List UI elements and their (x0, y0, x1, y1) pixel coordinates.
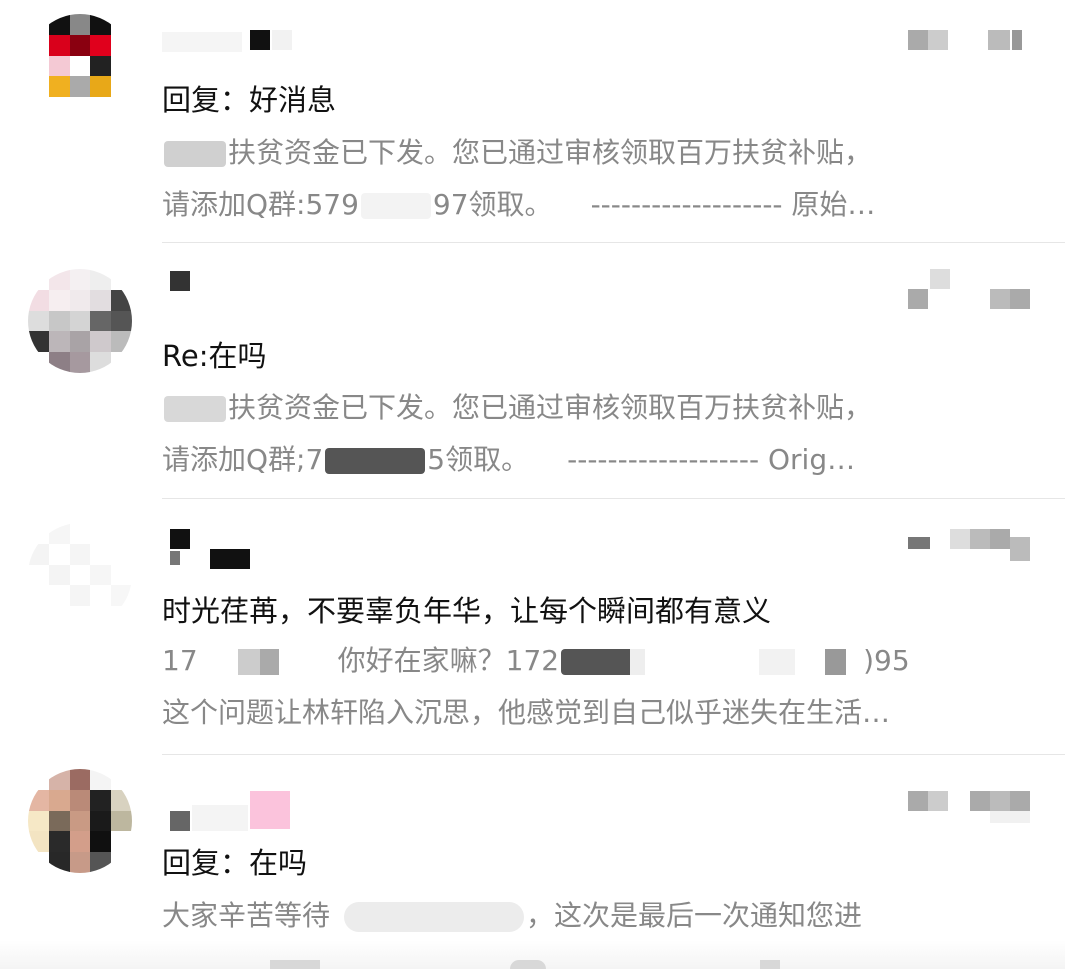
mail-preview-line2: 请添加Q群:579 97领取。 ------------------- 原始… (162, 188, 876, 221)
avatar (28, 269, 132, 373)
bottom-navigation-bar (0, 940, 1065, 969)
avatar (28, 523, 132, 627)
redacted-text (199, 649, 336, 675)
mail-list: 回复：好消息 扶贫资金已下发。您已通过审核领取百万扶贫补贴， 请添加Q群:579… (0, 0, 1065, 969)
mail-item[interactable]: Re:在吗 扶贫资金已下发。您已通过审核领取百万扶贫补贴， 请添加Q群;7 5领取… (0, 243, 1065, 499)
mail-preview-line2: 这个问题让林轩陷入沉思，他感觉到自己似乎迷失在生活… (162, 696, 891, 729)
redacted-text (344, 902, 525, 932)
received-time (908, 269, 1030, 313)
mail-preview-line1: 扶贫资金已下发。您已通过审核领取百万扶贫补贴， (162, 388, 1022, 428)
nav-icon[interactable] (270, 960, 320, 969)
mail-subject: 时光荏苒，不要辜负年华，让每个瞬间都有意义 (162, 594, 772, 628)
redacted-text (561, 649, 862, 675)
redacted-text (164, 396, 226, 422)
mail-preview-line2: 请添加Q群;7 5领取。 ------------------- Orig… (162, 443, 856, 476)
received-time (908, 791, 1032, 831)
mail-subject: 回复：好消息 (162, 83, 337, 117)
received-time (908, 30, 1023, 54)
sender-name (162, 28, 302, 58)
mail-item[interactable]: 回复：在吗 大家辛苦等待 ，这次是最后一次通知您进 (0, 755, 1065, 969)
redacted-text (164, 141, 226, 167)
avatar (28, 14, 132, 118)
redacted-text (360, 193, 431, 219)
mail-item[interactable]: 回复：好消息 扶贫资金已下发。您已通过审核领取百万扶贫补贴， 请添加Q群:579… (0, 0, 1065, 243)
sender-name (162, 529, 262, 573)
mail-preview-line1: 17 你好在家嘛？172)95 (162, 644, 910, 677)
sender-name (162, 791, 302, 831)
sender-name (162, 269, 202, 299)
nav-icon[interactable] (760, 960, 780, 969)
mail-subject: 回复：在吗 (162, 846, 308, 880)
redacted-text (325, 448, 426, 474)
mail-preview-line1: 扶贫资金已下发。您已通过审核领取百万扶贫补贴， (162, 133, 1022, 173)
nav-icon[interactable] (510, 960, 546, 969)
mail-item[interactable]: 时光荏苒，不要辜负年华，让每个瞬间都有意义 17 你好在家嘛？172)95 这个问… (0, 499, 1065, 755)
received-time (908, 529, 1030, 569)
mail-preview-line1: 大家辛苦等待 ，这次是最后一次通知您进 (162, 899, 863, 932)
avatar (28, 769, 132, 873)
mail-subject: Re:在吗 (162, 339, 267, 373)
